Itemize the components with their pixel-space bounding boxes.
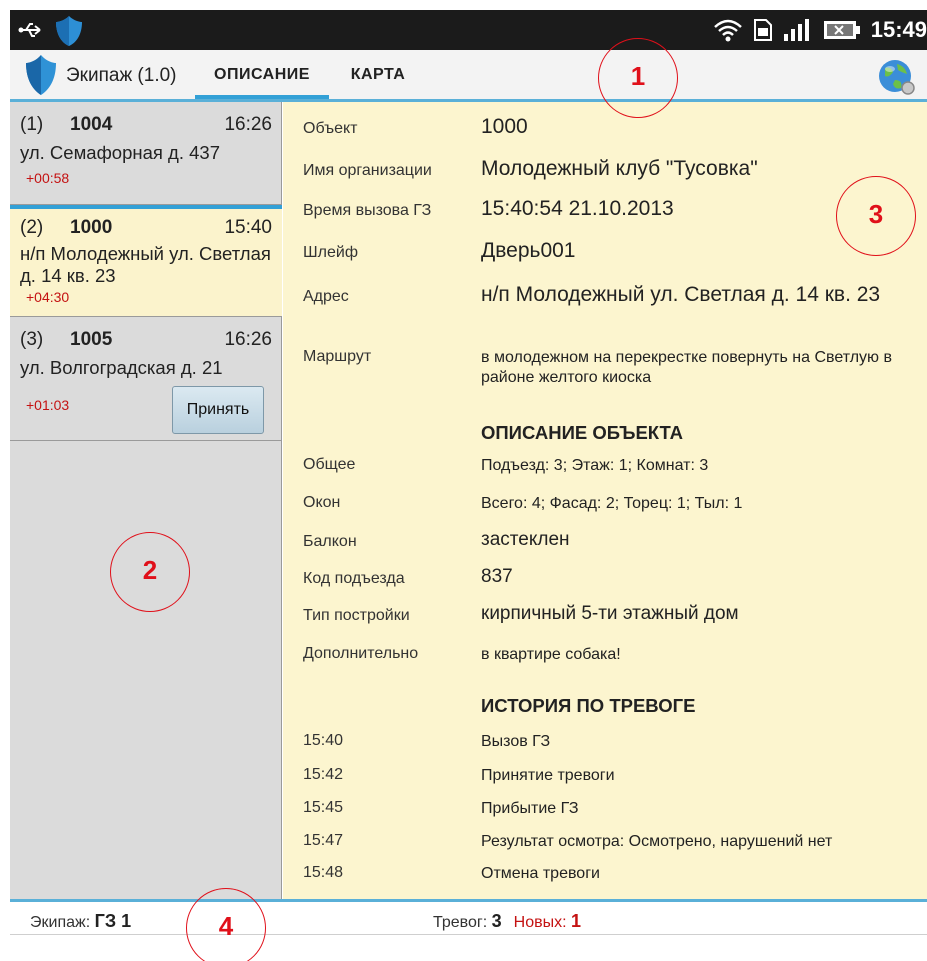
route-value: в молодежном на перекрестке повернуть на… — [481, 349, 892, 386]
app-title: Экипаж (1.0) — [66, 65, 177, 86]
call-time: 16:26 — [224, 329, 272, 350]
call-time: 15:40 — [224, 217, 272, 238]
call-index: (1) — [20, 114, 44, 135]
field-label: Дополнительно — [303, 645, 419, 662]
section-title: ИСТОРИЯ ПО ТРЕВОГЕ — [481, 695, 696, 716]
building-value: кирпичный 5-ти этажный дом — [481, 603, 739, 624]
field-label: Общее — [303, 456, 356, 473]
call-object: 1000 — [70, 217, 113, 238]
field-label: Код подъезда — [303, 570, 405, 587]
call-object: 1004 — [70, 114, 113, 135]
field-label: Окон — [303, 494, 341, 511]
tab-map[interactable]: КАРТА — [330, 50, 426, 99]
call-item[interactable]: (3) 1005 16:26 ул. Волгоградская д. 21 +… — [10, 317, 282, 441]
battery-icon — [823, 21, 860, 39]
clock: 15:49 — [870, 17, 927, 42]
history-time: 15:40 — [303, 732, 344, 749]
door-code-value: 837 — [481, 566, 513, 587]
call-delay: +04:30 — [26, 289, 70, 305]
address-value: н/п Молодежный ул. Светлая д. 14 кв. 23 — [481, 283, 881, 306]
org-value: Молодежный клуб "Тусовка" — [481, 157, 758, 180]
history-event: Принятие тревоги — [481, 767, 615, 784]
field-label: Адрес — [303, 288, 349, 305]
call-item[interactable]: (1) 1004 16:26 ул. Семафорная д. 437 +00… — [10, 102, 282, 205]
action-bar: Экипаж (1.0) ОПИСАНИЕ КАРТА — [10, 50, 927, 102]
section-title: ОПИСАНИЕ ОБЪЕКТА — [481, 422, 684, 443]
alarms-count: 3 — [491, 911, 502, 931]
history-time: 15:42 — [303, 766, 344, 783]
history-event: Отмена тревоги — [481, 865, 600, 882]
crew-value: ГЗ 1 — [94, 911, 132, 931]
app-logo-icon — [26, 55, 56, 95]
annotation-marker: 2 — [110, 532, 190, 612]
field-label: Шлейф — [303, 244, 358, 261]
field-label: Маршрут — [303, 348, 372, 365]
new-label: Новых: — [513, 914, 567, 931]
windows-value: Всего: 4; Фасад: 2; Торец: 1; Тыл: 1 — [481, 495, 743, 512]
general-value: Подъезд: 3; Этаж: 1; Комнат: 3 — [481, 457, 709, 474]
history-time: 15:45 — [303, 799, 344, 816]
balcony-value: застеклен — [481, 529, 570, 550]
alarms-label: Тревог: — [433, 914, 488, 931]
field-label: Балкон — [303, 533, 357, 550]
history-event: Прибытие ГЗ — [481, 800, 579, 817]
call-address: ул. Семафорная д. 437 — [20, 142, 220, 163]
field-label: Время вызова ГЗ — [303, 202, 432, 219]
wifi-icon — [713, 19, 742, 42]
sim-icon — [753, 19, 772, 41]
crew-info: Экипаж: ГЗ 1 — [30, 911, 131, 932]
field-label: Объект — [303, 120, 358, 137]
call-object: 1005 — [70, 329, 113, 350]
new-count: 1 — [571, 911, 582, 931]
object-value: 1000 — [481, 115, 528, 138]
history-event: Вызов ГЗ — [481, 733, 551, 750]
call-address: н/п Молодежный ул. Светлая д. 14 кв. 23 — [20, 243, 271, 286]
call-index: (3) — [20, 329, 44, 350]
accept-button[interactable]: Принять — [172, 386, 264, 434]
annotation-marker: 1 — [598, 38, 678, 118]
field-label: Имя организации — [303, 162, 432, 179]
bottom-status-bar: Экипаж: ГЗ 1 Тревог: 3 Новых: 1 — [10, 899, 927, 935]
call-list: (1) 1004 16:26 ул. Семафорная д. 437 +00… — [10, 102, 282, 899]
history-time: 15:47 — [303, 832, 344, 849]
history-time: 15:48 — [303, 864, 344, 881]
app-shield-icon — [56, 16, 82, 46]
annotation-marker: 4 — [186, 888, 266, 961]
tab-description[interactable]: ОПИСАНИЕ — [195, 50, 329, 99]
annotation-marker: 3 — [836, 176, 916, 256]
globe-icon[interactable] — [877, 58, 917, 96]
history-event: Результат осмотра: Осмотрено, нарушений … — [481, 833, 833, 850]
call-time: 16:26 — [224, 114, 272, 135]
status-bar: 15:49 — [10, 10, 927, 50]
call-index: (2) — [20, 217, 44, 238]
usb-icon — [18, 23, 41, 37]
signal-icon — [783, 19, 809, 41]
alarm-detail: Объект 1000 Имя организации Молодежный к… — [283, 102, 927, 899]
new-alarms: Новых: 1 — [513, 911, 582, 931]
call-item-selected[interactable]: (2) 1000 15:40 н/п Молодежный ул. Светла… — [10, 205, 282, 317]
call-delay: +00:58 — [26, 170, 70, 186]
crew-label: Экипаж: — [30, 914, 91, 931]
extra-value: в квартире собака! — [481, 646, 621, 663]
alarms-info: Тревог: 3 Новых: 1 — [433, 911, 581, 932]
call-address: ул. Волгоградская д. 21 — [20, 357, 223, 378]
field-label: Тип постройки — [303, 607, 410, 624]
